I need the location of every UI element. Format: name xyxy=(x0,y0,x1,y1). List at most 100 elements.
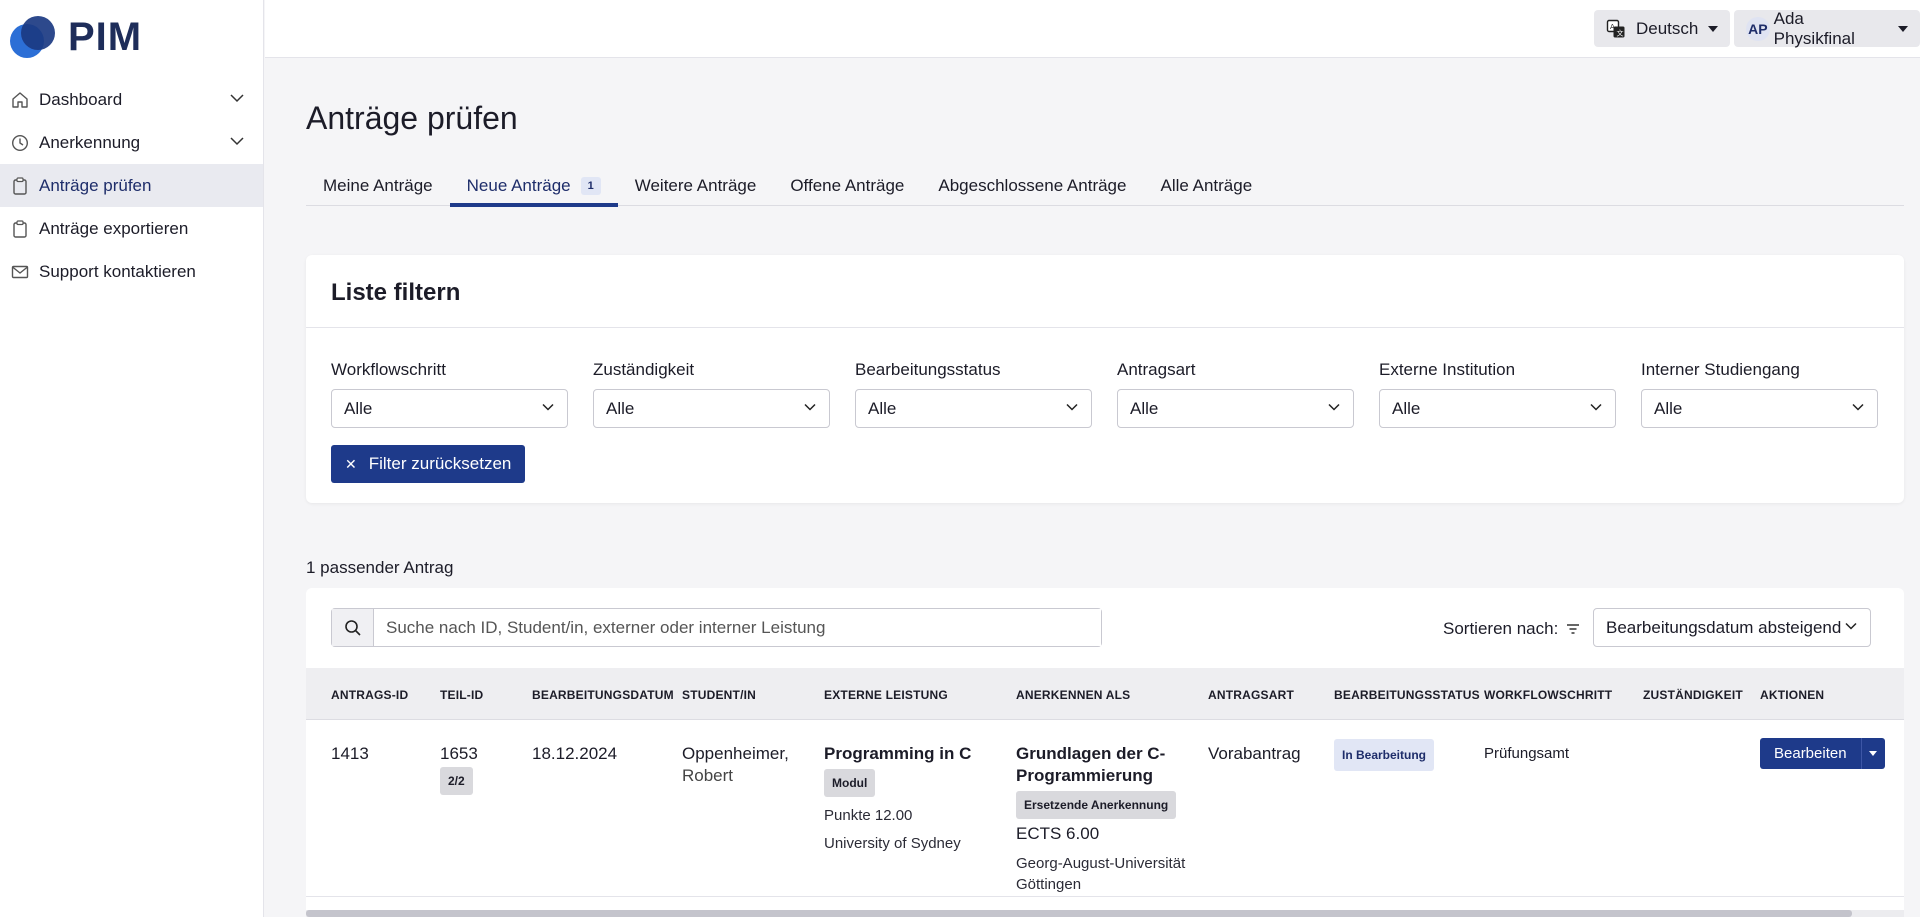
filter-antragsart: Antragsart Alle xyxy=(1117,360,1354,428)
results-count: 1 passender Antrag xyxy=(306,558,454,577)
status-badge: In Bearbeitung xyxy=(1334,739,1435,771)
sidebar-item-antraege-exportieren[interactable]: Anträge exportieren xyxy=(0,207,263,250)
translate-icon: A文 xyxy=(1606,19,1626,39)
sidebar-item-antraege-pruefen[interactable]: Anträge prüfen xyxy=(0,164,263,207)
workflowschritt: Prüfungsamt xyxy=(1484,745,1570,762)
leistung-type-badge: Modul xyxy=(824,769,876,797)
tab-neue-antraege[interactable]: Neue Anträge 1 xyxy=(449,166,618,207)
sidebar-item-label: Dashboard xyxy=(39,89,123,109)
externe-leistung-cell: Programming in C Modul Punkte 12.00 Univ… xyxy=(824,743,1004,855)
column-header-workflowschritt[interactable]: WORKFLOWSCHRITT xyxy=(1484,688,1612,702)
select-value: Alle xyxy=(1392,398,1421,418)
workflowschritt-select[interactable]: Alle xyxy=(331,389,568,428)
search-icon xyxy=(332,609,374,646)
column-header-antrags-id[interactable]: ANTRAGS-ID xyxy=(331,688,408,702)
caret-down-icon xyxy=(1898,25,1908,32)
tab-meine-antraege[interactable]: Meine Anträge xyxy=(306,166,450,206)
clipboard-icon xyxy=(10,219,30,239)
edit-dropdown-toggle[interactable] xyxy=(1860,738,1885,769)
chevron-down-icon xyxy=(1844,618,1858,638)
tab-bar: Meine Anträge Neue Anträge 1 Weitere Antr… xyxy=(306,166,1904,207)
clipboard-icon xyxy=(10,176,30,196)
interne-leistung-title-line1: Grundlagen der C- xyxy=(1016,744,1166,763)
page-title: Anträge prüfen xyxy=(306,100,518,136)
tab-label: Abgeschlossene Anträge xyxy=(938,176,1127,195)
chevron-down-icon xyxy=(229,90,245,111)
user-name: Ada Physikfinal xyxy=(1773,8,1855,48)
sort-select[interactable]: Bearbeitungsdatum absteigend xyxy=(1593,608,1871,647)
select-value: Alle xyxy=(1654,398,1683,418)
chevron-down-icon xyxy=(1327,399,1341,419)
sidebar-nav: Dashboard Anerkennung Anträge prüfen Ant… xyxy=(0,78,263,293)
column-header-bearbeitungsdatum[interactable]: BEARBEITUNGSDATUM xyxy=(532,688,674,702)
bearbeitungsstatus-select[interactable]: Alle xyxy=(855,389,1092,428)
language-dropdown[interactable]: A文 Deutsch xyxy=(1594,10,1731,47)
sort-label: Sortieren nach: xyxy=(1443,619,1559,638)
table-row[interactable]: 1413 1653 2/2 18.12.2024 Oppenheimer, Ro… xyxy=(306,721,1904,897)
filter-card: Liste filtern Workflowschritt Alle Zustä… xyxy=(306,255,1904,503)
interne-ects: ECTS 6.00 xyxy=(1016,824,1100,843)
sidebar-item-dashboard[interactable]: Dashboard xyxy=(0,78,263,121)
sidebar-item-label: Anträge prüfen xyxy=(39,175,152,195)
column-header-anerkennen-als[interactable]: ANERKENNEN ALS xyxy=(1016,688,1130,702)
clock-icon xyxy=(10,133,30,153)
tab-offene-antraege[interactable]: Offene Anträge xyxy=(773,166,921,206)
sort-icon xyxy=(1566,623,1580,635)
sidebar-item-label: Support kontaktieren xyxy=(39,261,196,281)
tab-abgeschlossene-antraege[interactable]: Abgeschlossene Anträge xyxy=(921,166,1143,206)
column-header-externe-leistung[interactable]: EXTERNE LEISTUNG xyxy=(824,688,948,702)
scrollbar-thumb[interactable] xyxy=(306,910,1852,917)
topbar: A文 Deutsch AP Ada Physikfinal xyxy=(265,0,1920,58)
table-header: ANTRAGS-ID TEIL-ID BEARBEITUNGSDATUM STU… xyxy=(306,668,1904,720)
chevron-down-icon xyxy=(803,399,817,419)
filter-label: Antragsart xyxy=(1117,360,1196,379)
tab-weitere-antraege[interactable]: Weitere Anträge xyxy=(618,166,774,206)
chevron-down-icon xyxy=(1589,399,1603,419)
interne-institution-line2: Göttingen xyxy=(1016,876,1082,893)
horizontal-scrollbar[interactable] xyxy=(306,910,1904,917)
tab-label: Meine Anträge xyxy=(323,176,433,195)
teil-id: 1653 xyxy=(440,744,478,763)
select-value: Alle xyxy=(344,398,373,418)
teil-id-cell: 1653 2/2 xyxy=(440,743,478,795)
sidebar-item-label: Anerkennung xyxy=(39,132,141,152)
reset-filter-button[interactable]: ✕ Filter zurücksetzen xyxy=(331,445,526,483)
sidebar-item-support[interactable]: Support kontaktieren xyxy=(0,250,263,293)
tab-label: Weitere Anträge xyxy=(634,176,757,195)
column-header-zustaendigkeit[interactable]: ZUSTÄNDIGKEIT xyxy=(1643,688,1743,702)
column-header-antragsart[interactable]: ANTRAGSART xyxy=(1208,688,1294,702)
sort-label-wrap: Sortieren nach: xyxy=(1443,619,1580,639)
select-value: Alle xyxy=(1130,398,1159,418)
app-logo[interactable]: PIM xyxy=(10,14,142,60)
sidebar: PIM Dashboard Anerkennung Anträge prüfen… xyxy=(0,0,264,917)
caret-down-icon xyxy=(1869,751,1878,756)
sort-value: Bearbeitungsdatum absteigend xyxy=(1606,617,1842,637)
sidebar-item-label: Anträge exportieren xyxy=(39,218,189,238)
user-menu[interactable]: AP Ada Physikfinal xyxy=(1734,8,1920,48)
column-header-student[interactable]: STUDENT/IN xyxy=(682,688,756,702)
filter-label: Workflowschritt xyxy=(331,360,446,379)
avatar: AP xyxy=(1746,16,1770,41)
filter-workflowschritt: Workflowschritt Alle xyxy=(331,360,568,428)
chevron-down-icon xyxy=(541,399,555,419)
column-header-teil-id[interactable]: TEIL-ID xyxy=(440,688,483,702)
chevron-down-icon xyxy=(1065,399,1079,419)
search-input[interactable] xyxy=(374,609,1101,646)
results-card: Sortieren nach: Bearbeitungsdatum abstei… xyxy=(306,588,1904,917)
column-header-bearbeitungsstatus[interactable]: BEARBEITUNGSSTATUS xyxy=(1334,688,1480,702)
interne-leistung-title-line2: Programmierung xyxy=(1016,766,1153,785)
logo-text: PIM xyxy=(68,14,143,59)
sidebar-item-anerkennung[interactable]: Anerkennung xyxy=(0,121,263,164)
externe-institution-select[interactable]: Alle xyxy=(1379,389,1616,428)
column-header-aktionen: AKTIONEN xyxy=(1760,688,1825,702)
filter-label: Bearbeitungsstatus xyxy=(855,360,1001,379)
edit-button[interactable]: Bearbeiten xyxy=(1760,738,1861,769)
select-value: Alle xyxy=(606,398,635,418)
antragsart-select[interactable]: Alle xyxy=(1117,389,1354,428)
tab-alle-antraege[interactable]: Alle Anträge xyxy=(1143,166,1269,206)
status-cell: In Bearbeitung xyxy=(1334,739,1435,771)
interner-studiengang-select[interactable]: Alle xyxy=(1641,389,1878,428)
zustaendigkeit-select[interactable]: Alle xyxy=(593,389,830,428)
chevron-down-icon xyxy=(1851,399,1865,419)
student-firstname: Robert xyxy=(682,766,734,785)
